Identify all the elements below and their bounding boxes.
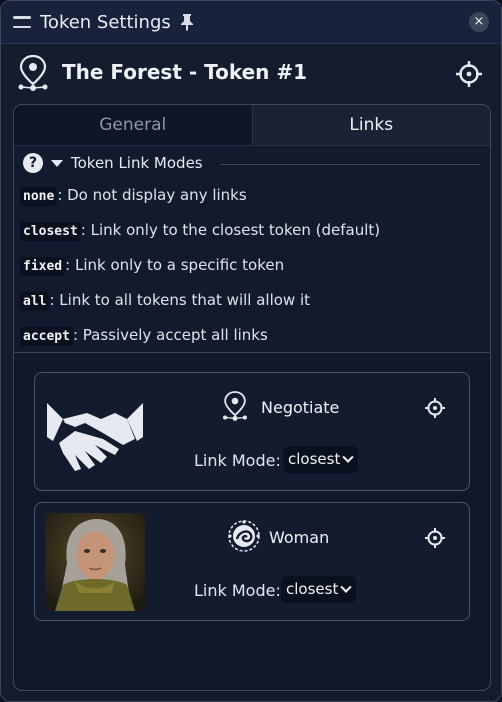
- link-mode-row: none: Do not display any links: [20, 186, 247, 206]
- link-name: Woman: [269, 528, 330, 547]
- drag-handle-icon[interactable]: [13, 16, 31, 28]
- woman-portrait: [45, 513, 145, 611]
- chevron-down-icon: [342, 451, 355, 463]
- caret-down-icon[interactable]: [51, 159, 63, 167]
- link-mode-row: all: Link to all tokens that will allow …: [20, 291, 310, 311]
- token-link-modes-section: ? Token Link Modes none: Do not display …: [14, 145, 490, 353]
- token-settings-window: Token Settings × The Forest - Token #1 G…: [0, 0, 502, 702]
- settings-panel: General Links ? Token Link Modes none: D…: [13, 104, 491, 691]
- link-mode-select[interactable]: closest: [281, 576, 357, 603]
- link-mode-row: closest: Link only to the closest token …: [20, 221, 381, 241]
- tab-links[interactable]: Links: [251, 105, 490, 145]
- link-mode-label: Link Mode:: [194, 451, 281, 470]
- link-mode-select[interactable]: closest: [283, 446, 359, 473]
- mode-description: : Do not display any links: [57, 186, 247, 204]
- mode-description: : Link only to a specific token: [65, 256, 285, 274]
- section-title: Token Link Modes: [71, 154, 203, 172]
- mode-code: none: [20, 187, 58, 206]
- token-name: The Forest - Token #1: [62, 60, 308, 84]
- location-pin-icon: [18, 54, 48, 91]
- swirl-badge-icon: [228, 520, 260, 552]
- link-mode-value: closest: [288, 450, 341, 468]
- location-pin-icon: [223, 391, 247, 421]
- window-title: Token Settings: [40, 11, 171, 33]
- handshake-icon: [47, 403, 143, 471]
- link-card-woman: Woman Link Mode: closest: [34, 502, 470, 621]
- mode-description: : Link only to the closest token (defaul…: [80, 221, 381, 239]
- mode-code: closest: [20, 222, 81, 241]
- mode-code: fixed: [20, 257, 66, 276]
- mode-description: : Link to all tokens that will allow it: [49, 291, 310, 309]
- crosshair-icon[interactable]: [425, 528, 445, 548]
- mode-code: all: [20, 292, 50, 311]
- pin-icon[interactable]: [179, 13, 195, 31]
- link-mode-row: accept: Passively accept all links: [20, 326, 268, 346]
- tab-bar: General Links: [14, 105, 490, 145]
- chevron-down-icon: [340, 581, 353, 593]
- help-icon[interactable]: ?: [23, 153, 43, 173]
- close-button[interactable]: ×: [469, 12, 489, 32]
- link-mode-value: closest: [286, 580, 339, 598]
- tab-general[interactable]: General: [14, 105, 252, 145]
- mode-description: : Passively accept all links: [72, 326, 268, 344]
- section-header[interactable]: ? Token Link Modes: [23, 153, 203, 173]
- crosshair-icon[interactable]: [425, 398, 445, 418]
- section-divider: [221, 164, 480, 165]
- crosshair-icon[interactable]: [456, 61, 482, 87]
- mode-code: accept: [20, 327, 73, 346]
- link-card-negotiate: Negotiate Link Mode: closest: [34, 372, 470, 491]
- link-mode-row: fixed: Link only to a specific token: [20, 256, 285, 276]
- title-bar[interactable]: Token Settings ×: [1, 1, 501, 44]
- link-name: Negotiate: [261, 398, 340, 417]
- token-header: The Forest - Token #1: [1, 44, 501, 104]
- link-mode-label: Link Mode:: [194, 581, 281, 600]
